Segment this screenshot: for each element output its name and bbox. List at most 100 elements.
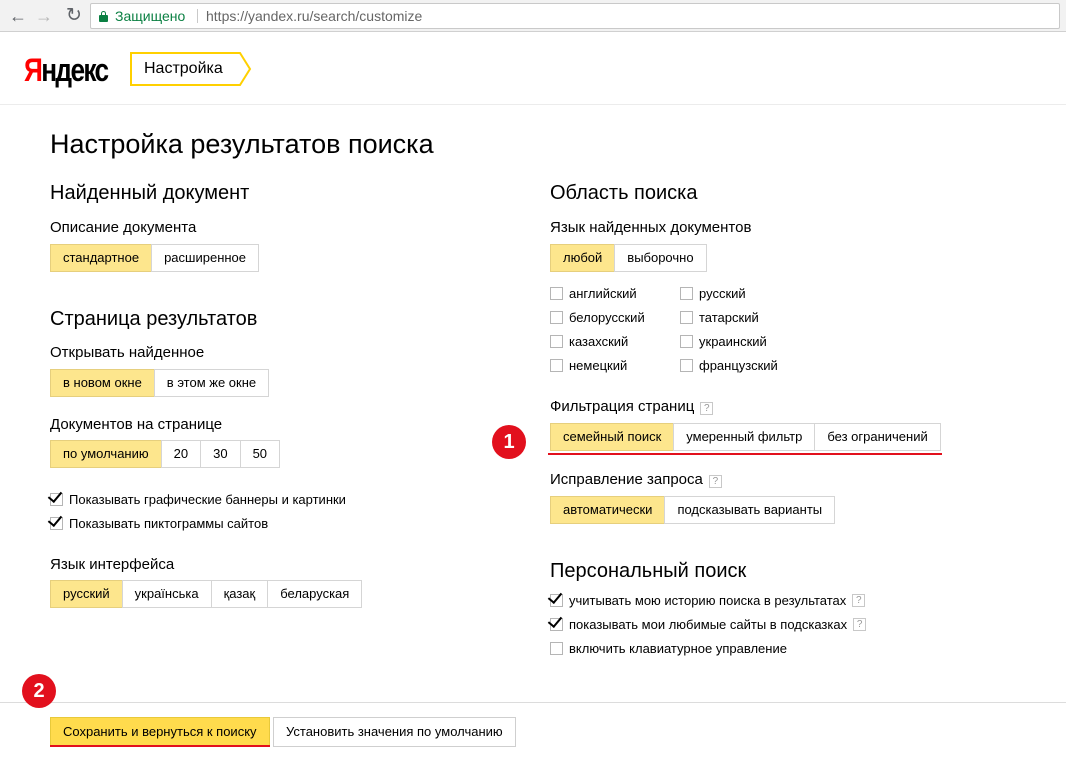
option-20[interactable]: 20 bbox=[160, 440, 202, 468]
checkbox-lang-french[interactable]: французский bbox=[680, 358, 778, 373]
lock-icon bbox=[99, 11, 108, 22]
open-found-label: Открывать найденное bbox=[50, 344, 205, 361]
logo-first-letter: Я bbox=[24, 52, 43, 88]
page-filter-text: Фильтрация страниц bbox=[550, 398, 695, 415]
checkbox-keyboard-control-label: включить клавиатурное управление bbox=[569, 641, 787, 656]
help-icon[interactable]: ? bbox=[853, 618, 867, 631]
checkbox-box[interactable] bbox=[550, 359, 563, 372]
interface-language-options: русский українська қазақ беларуская bbox=[50, 580, 363, 608]
checkbox-box[interactable] bbox=[547, 588, 563, 607]
option-default[interactable]: по умолчанию bbox=[50, 440, 162, 468]
option-moderate-filter[interactable]: умеренный фильтр bbox=[673, 423, 816, 451]
footer-divider bbox=[0, 702, 1066, 703]
save-and-return-button[interactable]: Сохранить и вернуться к поиску bbox=[50, 717, 270, 747]
check-icon bbox=[47, 511, 63, 528]
checkbox-site-icons[interactable]: Показывать пиктограммы сайтов bbox=[47, 511, 269, 531]
checkbox-site-icons-label: Показывать пиктограммы сайтов bbox=[69, 516, 269, 531]
checkbox-box[interactable] bbox=[47, 487, 63, 506]
option-50[interactable]: 50 bbox=[239, 440, 281, 468]
option-same-window[interactable]: в этом же окне bbox=[153, 369, 270, 397]
secure-label: Защищено bbox=[115, 8, 186, 24]
header-divider bbox=[0, 104, 1066, 105]
option-new-window[interactable]: в новом окне bbox=[50, 369, 155, 397]
checkbox-box[interactable] bbox=[550, 311, 563, 324]
lang-label: французский bbox=[699, 358, 778, 373]
address-bar[interactable]: Защищено https://yandex.ru/search/custom… bbox=[90, 3, 1060, 29]
help-icon[interactable]: ? bbox=[708, 475, 722, 488]
option-any-language[interactable]: любой bbox=[550, 244, 616, 272]
query-correction-text: Исправление запроса bbox=[550, 471, 703, 488]
url-text[interactable]: https://yandex.ru/search/customize bbox=[206, 4, 422, 28]
description-label: Описание документа bbox=[50, 219, 197, 236]
checkbox-box[interactable] bbox=[680, 335, 693, 348]
query-correction-label: Исправление запроса? bbox=[550, 471, 722, 488]
reload-icon[interactable]: ↻ bbox=[62, 4, 86, 28]
page-filter-options: семейный поиск умеренный фильтр без огра… bbox=[550, 423, 941, 451]
forward-arrow-icon[interactable]: → bbox=[32, 4, 56, 28]
found-document-title: Найденный документ bbox=[50, 182, 250, 204]
page-filter-label: Фильтрация страниц? bbox=[550, 398, 714, 415]
checkbox-box[interactable] bbox=[47, 511, 63, 530]
checkbox-box[interactable] bbox=[550, 335, 563, 348]
option-russian[interactable]: русский bbox=[50, 580, 123, 608]
option-30[interactable]: 30 bbox=[200, 440, 241, 468]
checkbox-lang-german[interactable]: немецкий bbox=[550, 358, 627, 373]
option-extended[interactable]: расширенное bbox=[151, 244, 260, 272]
checkbox-banners-label: Показывать графические баннеры и картинк… bbox=[69, 492, 346, 507]
checkbox-box[interactable] bbox=[680, 359, 693, 372]
search-area-title: Область поиска bbox=[550, 182, 698, 204]
checkbox-lang-kazakh[interactable]: казахский bbox=[550, 334, 628, 349]
option-no-restrictions[interactable]: без ограничений bbox=[814, 423, 941, 451]
docs-per-page-options: по умолчанию 20 30 50 bbox=[50, 440, 281, 468]
back-arrow-icon[interactable]: ← bbox=[6, 4, 30, 28]
checkbox-box[interactable] bbox=[550, 287, 563, 300]
query-correction-options: автоматически подсказывать варианты bbox=[550, 496, 836, 524]
check-icon bbox=[547, 612, 563, 629]
lang-label: украинский bbox=[699, 334, 767, 349]
checkbox-search-history-label: учитывать мою историю поиска в результат… bbox=[569, 593, 847, 608]
option-selective-language[interactable]: выборочно bbox=[614, 244, 707, 272]
breadcrumb-label: Настройка bbox=[144, 60, 223, 77]
option-family-search[interactable]: семейный поиск bbox=[550, 423, 675, 451]
description-options: стандартное расширенное bbox=[50, 244, 260, 272]
lang-label: немецкий bbox=[569, 358, 628, 373]
yandex-logo[interactable]: Яндекс bbox=[24, 52, 109, 89]
checkbox-lang-english[interactable]: английский bbox=[550, 286, 637, 301]
checkbox-box[interactable] bbox=[680, 287, 693, 300]
docs-per-page-label: Документов на странице bbox=[50, 416, 223, 433]
address-divider bbox=[197, 9, 198, 23]
checkbox-search-history[interactable]: учитывать мою историю поиска в результат… bbox=[547, 588, 866, 608]
option-belarusian[interactable]: беларуская bbox=[267, 580, 363, 608]
lang-label: белорусский bbox=[569, 310, 645, 325]
annotation-underline-save bbox=[50, 745, 270, 747]
lang-label: татарский bbox=[699, 310, 759, 325]
doc-language-options: любой выборочно bbox=[550, 244, 707, 272]
reset-defaults-button[interactable]: Установить значения по умолчанию bbox=[273, 717, 516, 747]
browser-toolbar: ← → ↻ Защищено https://yandex.ru/search/… bbox=[0, 0, 1066, 32]
checkbox-lang-belarusian[interactable]: белорусский bbox=[550, 310, 645, 325]
annotation-underline-filter bbox=[548, 453, 942, 455]
option-kazakh[interactable]: қазақ bbox=[210, 580, 269, 608]
checkbox-lang-tatar[interactable]: татарский bbox=[680, 310, 759, 325]
checkbox-box[interactable] bbox=[547, 612, 563, 631]
option-automatic[interactable]: автоматически bbox=[550, 496, 666, 524]
option-suggest-variants[interactable]: подсказывать варианты bbox=[664, 496, 836, 524]
lang-label: русский bbox=[699, 286, 746, 301]
checkbox-favorite-sites[interactable]: показывать мои любимые сайты в подсказка… bbox=[547, 612, 867, 632]
checkbox-box[interactable] bbox=[680, 311, 693, 324]
lang-label: казахский bbox=[569, 334, 629, 349]
checkbox-favorite-sites-label: показывать мои любимые сайты в подсказка… bbox=[569, 617, 848, 632]
check-icon bbox=[547, 588, 563, 605]
checkbox-lang-ukrainian[interactable]: украинский bbox=[680, 334, 767, 349]
checkbox-banners[interactable]: Показывать графические баннеры и картинк… bbox=[47, 487, 346, 507]
help-icon[interactable]: ? bbox=[852, 594, 866, 607]
option-standard[interactable]: стандартное bbox=[50, 244, 153, 272]
results-page-title: Страница результатов bbox=[50, 308, 258, 330]
help-icon[interactable]: ? bbox=[700, 402, 714, 415]
checkbox-box[interactable] bbox=[550, 642, 563, 655]
checkbox-keyboard-control[interactable]: включить клавиатурное управление bbox=[550, 641, 787, 656]
page-title: Настройка результатов поиска bbox=[50, 129, 434, 159]
lang-label: английский bbox=[569, 286, 637, 301]
option-ukrainian[interactable]: українська bbox=[121, 580, 212, 608]
checkbox-lang-russian[interactable]: русский bbox=[680, 286, 746, 301]
